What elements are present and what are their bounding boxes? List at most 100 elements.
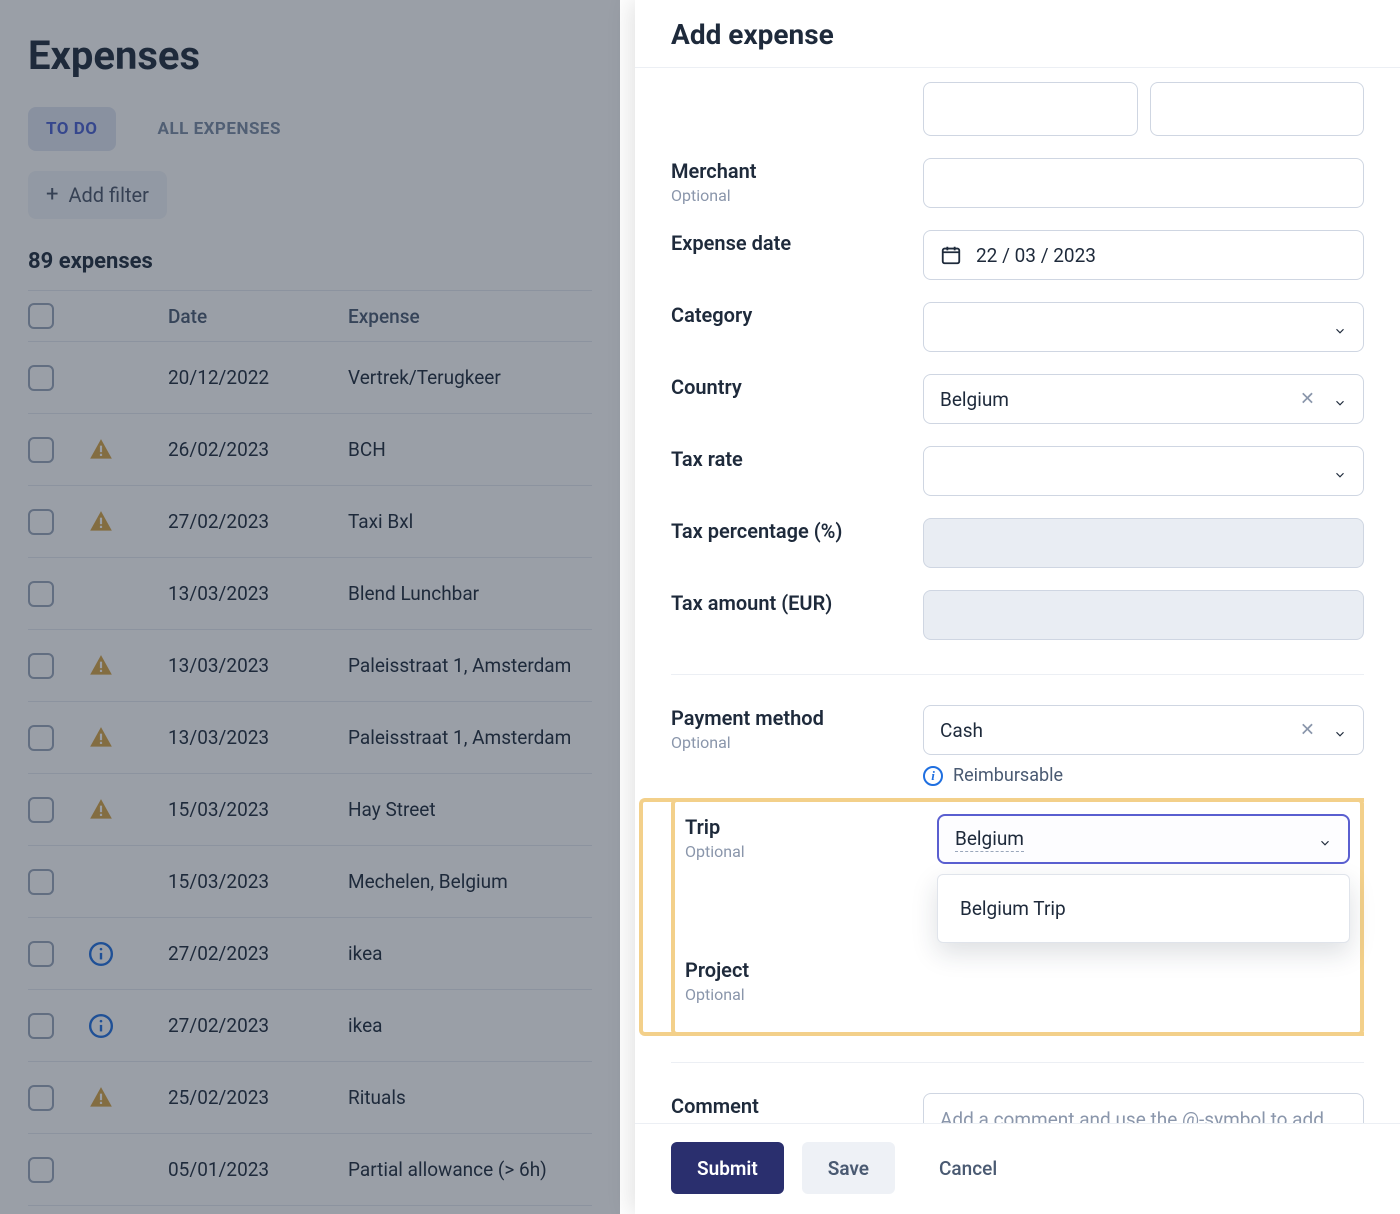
add-filter-button[interactable]: + Add filter: [28, 171, 167, 219]
row-expense: Rituals: [348, 1086, 592, 1109]
tax-percentage-input: [923, 518, 1364, 568]
row-checkbox[interactable]: [28, 581, 54, 607]
row-expense: ikea: [348, 1014, 592, 1037]
expenses-list-pane: Expenses TO DO ALL EXPENSES + Add filter…: [0, 0, 620, 1214]
tax-rate-label: Tax rate: [671, 446, 911, 472]
page-title: Expenses: [28, 32, 592, 79]
row-expense: Hay Street: [348, 798, 592, 821]
panel-body: Merchant Optional Expense date 22 / 03 /…: [635, 68, 1400, 1123]
amount-left-input[interactable]: [923, 82, 1138, 136]
payment-method-select[interactable]: Cash ✕: [923, 705, 1364, 755]
row-date: 27/02/2023: [168, 1014, 348, 1037]
expenses-table: Date Expense 20/12/2022Vertrek/Terugkeer…: [28, 290, 592, 1206]
row-checkbox[interactable]: [28, 797, 54, 823]
trip-dropdown-list: Belgium Trip: [937, 874, 1350, 943]
trip-label: Trip Optional: [685, 814, 925, 863]
country-select[interactable]: Belgium ✕: [923, 374, 1364, 424]
tab-row: TO DO ALL EXPENSES: [28, 107, 592, 151]
chevron-down-icon: [1333, 392, 1347, 406]
row-expense: Partial allowance (> 6h): [348, 1158, 592, 1181]
table-row[interactable]: 27/02/2023ikea: [28, 990, 592, 1062]
info-icon: [88, 1013, 114, 1039]
clear-icon[interactable]: ✕: [1300, 720, 1315, 741]
table-row[interactable]: 25/02/2023Rituals: [28, 1062, 592, 1134]
amount-right-input[interactable]: [1150, 82, 1365, 136]
table-row[interactable]: 20/12/2022Vertrek/Terugkeer: [28, 342, 592, 414]
select-all-checkbox[interactable]: [28, 303, 54, 329]
tab-todo[interactable]: TO DO: [28, 107, 116, 151]
row-checkbox[interactable]: [28, 1085, 54, 1111]
comment-input[interactable]: Add a comment and use the @-symbol to ad…: [923, 1093, 1364, 1123]
table-row[interactable]: 27/02/2023ikea: [28, 918, 592, 990]
panel-title: Add expense: [671, 18, 1364, 51]
row-checkbox[interactable]: [28, 437, 54, 463]
chevron-down-icon: [1333, 723, 1347, 737]
row-expense: Mechelen, Belgium: [348, 870, 592, 893]
payment-method-label: Payment method Optional: [671, 705, 911, 754]
row-checkbox[interactable]: [28, 653, 54, 679]
table-row[interactable]: 13/03/2023Blend Lunchbar: [28, 558, 592, 630]
merchant-label: Merchant Optional: [671, 158, 911, 207]
row-expense: Vertrek/Terugkeer: [348, 366, 592, 389]
row-date: 13/03/2023: [168, 654, 348, 677]
row-checkbox[interactable]: [28, 1157, 54, 1183]
tax-rate-select[interactable]: [923, 446, 1364, 496]
row-date: 15/03/2023: [168, 870, 348, 893]
table-row[interactable]: 13/03/2023Paleisstraat 1, Amsterdam: [28, 630, 592, 702]
submit-button[interactable]: Submit: [671, 1142, 784, 1194]
info-icon: [88, 941, 114, 967]
calendar-icon: [940, 244, 962, 266]
warning-icon: [88, 437, 114, 463]
expense-date-label: Expense date: [671, 230, 911, 256]
warning-icon: [88, 653, 114, 679]
row-checkbox[interactable]: [28, 1013, 54, 1039]
row-checkbox[interactable]: [28, 725, 54, 751]
row-expense: ikea: [348, 942, 592, 965]
table-row[interactable]: 27/02/2023Taxi Bxl: [28, 486, 592, 558]
row-expense: Taxi Bxl: [348, 510, 592, 533]
row-checkbox[interactable]: [28, 869, 54, 895]
row-date: 13/03/2023: [168, 726, 348, 749]
expense-count: 89 expenses: [28, 249, 592, 274]
table-row[interactable]: 26/02/2023BCH: [28, 414, 592, 486]
row-date: 27/02/2023: [168, 510, 348, 533]
row-expense: Paleisstraat 1, Amsterdam: [348, 654, 592, 677]
row-date: 26/02/2023: [168, 438, 348, 461]
table-row[interactable]: 15/03/2023Mechelen, Belgium: [28, 846, 592, 918]
row-expense: Paleisstraat 1, Amsterdam: [348, 726, 592, 749]
tab-all-expenses[interactable]: ALL EXPENSES: [140, 107, 299, 151]
row-date: 27/02/2023: [168, 942, 348, 965]
clear-icon[interactable]: ✕: [1300, 389, 1315, 410]
tax-percentage-label: Tax percentage (%): [671, 518, 911, 544]
save-button[interactable]: Save: [802, 1142, 895, 1194]
panel-footer: Submit Save Cancel: [635, 1123, 1400, 1214]
trip-option[interactable]: Belgium Trip: [938, 879, 1349, 938]
row-checkbox[interactable]: [28, 941, 54, 967]
column-date[interactable]: Date: [168, 305, 348, 328]
table-row[interactable]: 05/01/2023Partial allowance (> 6h): [28, 1134, 592, 1206]
panel-header: Add expense: [635, 0, 1400, 68]
row-date: 15/03/2023: [168, 798, 348, 821]
expense-date-input[interactable]: 22 / 03 / 2023: [923, 230, 1364, 280]
row-date: 20/12/2022: [168, 366, 348, 389]
row-checkbox[interactable]: [28, 509, 54, 535]
category-select[interactable]: [923, 302, 1364, 352]
row-checkbox[interactable]: [28, 365, 54, 391]
table-row[interactable]: 13/03/2023Paleisstraat 1, Amsterdam: [28, 702, 592, 774]
trip-select[interactable]: Belgium: [937, 814, 1350, 864]
row-date: 25/02/2023: [168, 1086, 348, 1109]
warning-icon: [88, 725, 114, 751]
warning-icon: [88, 1085, 114, 1111]
table-header: Date Expense: [28, 290, 592, 342]
category-label: Category: [671, 302, 911, 328]
row-date: 13/03/2023: [168, 582, 348, 605]
table-row[interactable]: 15/03/2023Hay Street: [28, 774, 592, 846]
chevron-down-icon: [1318, 832, 1332, 846]
add-filter-label: Add filter: [68, 183, 148, 207]
add-expense-panel: Add expense Merchant Optional Expense da…: [635, 0, 1400, 1214]
cancel-button[interactable]: Cancel: [913, 1142, 1023, 1194]
row-expense: BCH: [348, 438, 592, 461]
merchant-input[interactable]: [923, 158, 1364, 208]
trip-project-highlight: Trip Optional Belgium Belgium Trip Proje…: [671, 798, 1364, 1036]
column-expense[interactable]: Expense: [348, 305, 592, 328]
